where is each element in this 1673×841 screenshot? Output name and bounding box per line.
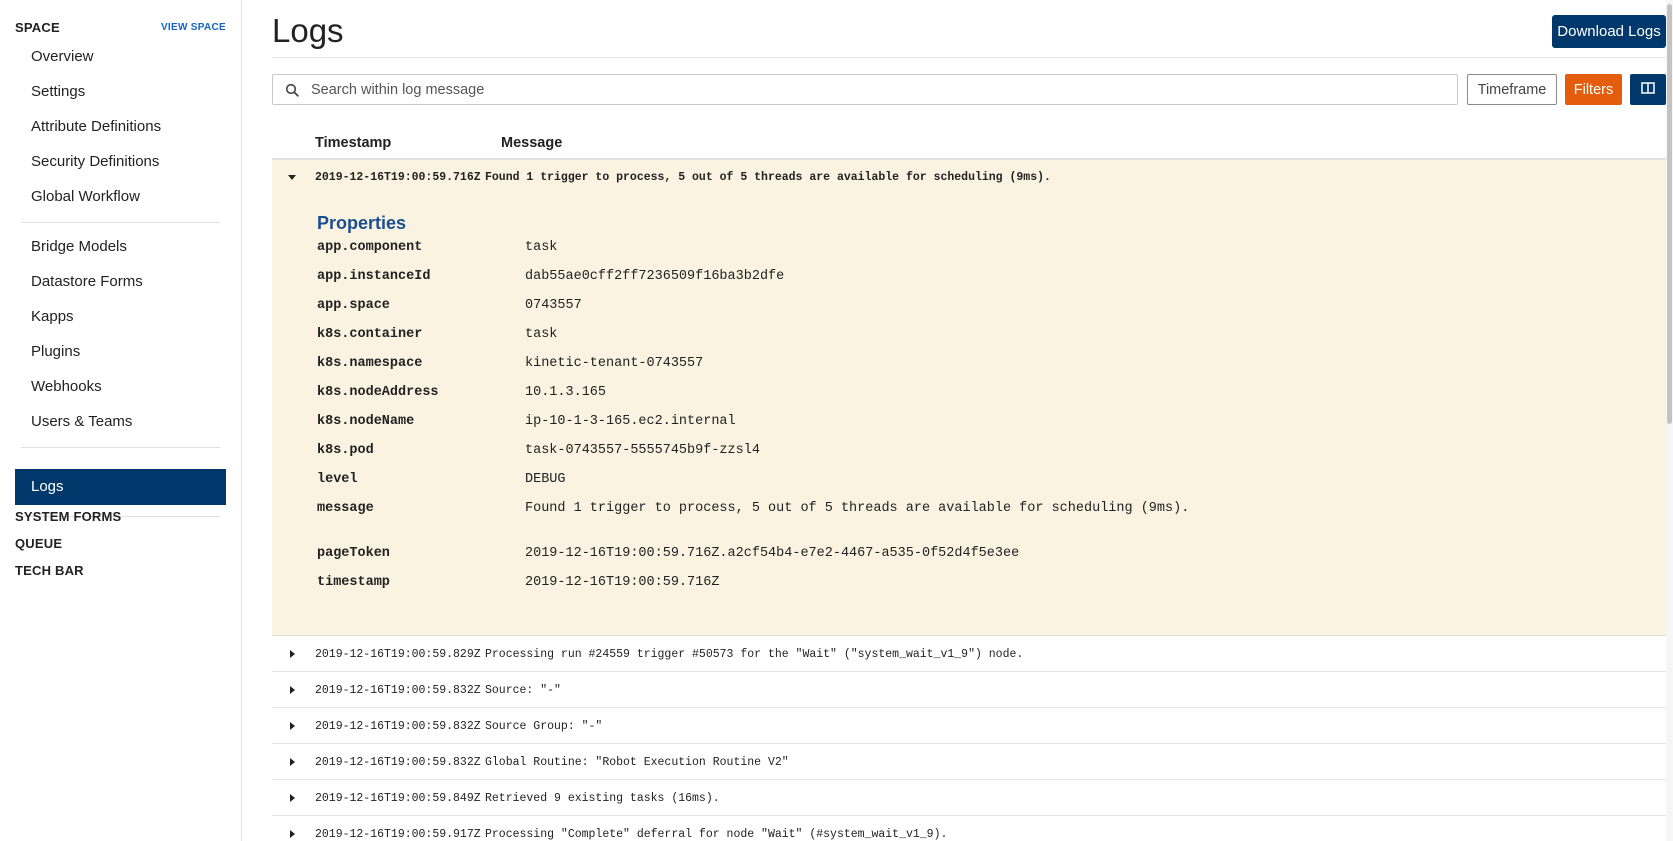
sidebar-divider [21, 222, 220, 223]
property-value: 10.1.3.165 [525, 385, 607, 400]
caret-down-icon[interactable] [286, 171, 298, 183]
property-key: timestamp [317, 575, 390, 590]
property-key: k8s.pod [317, 443, 374, 458]
sidebar-divider [21, 447, 220, 448]
log-message: Processing "Complete" deferral for node … [485, 828, 948, 841]
properties-title: Properties [317, 213, 407, 233]
log-timestamp: 2019-12-16T19:00:59.917Z [315, 828, 481, 841]
caret-right-icon[interactable] [286, 684, 298, 696]
sidebar: SPACE VIEW SPACE Overview Settings Attri… [0, 0, 242, 841]
property-key: app.instanceId [317, 269, 431, 284]
log-message: Global Routine: "Robot Execution Routine… [485, 756, 789, 769]
log-timestamp: 2019-12-16T19:00:59.832Z [315, 684, 481, 697]
columns-button[interactable] [1630, 74, 1666, 105]
table-row[interactable]: 2019-12-16T19:00:59.849Z Retrieved 9 exi… [272, 780, 1668, 816]
log-timestamp: 2019-12-16T19:00:59.716Z [315, 171, 481, 184]
column-header-message[interactable]: Message [501, 135, 562, 151]
column-header-timestamp[interactable]: Timestamp [315, 135, 391, 151]
search-input[interactable] [311, 75, 1457, 104]
view-space-link[interactable]: VIEW SPACE [161, 22, 226, 33]
caret-right-icon[interactable] [286, 720, 298, 732]
caret-right-icon[interactable] [286, 792, 298, 804]
scrollbar-thumb[interactable] [1667, 4, 1672, 424]
sidebar-item-global-workflow[interactable]: Global Workflow [31, 188, 140, 205]
property-value: 2019-12-16T19:00:59.716Z [525, 575, 720, 590]
filters-button[interactable]: Filters [1565, 74, 1622, 105]
property-key: pageToken [317, 546, 390, 561]
sidebar-title: SPACE [15, 20, 60, 35]
sidebar-item-security-definitions[interactable]: Security Definitions [31, 153, 159, 170]
table-row[interactable]: 2019-12-16T19:00:59.917Z Processing "Com… [272, 816, 1668, 841]
property-value: ip-10-1-3-165.ec2.internal [525, 414, 736, 429]
caret-right-icon[interactable] [286, 756, 298, 768]
sidebar-item-users-teams[interactable]: Users & Teams [31, 413, 132, 430]
page-title: Logs [272, 12, 344, 49]
property-value: DEBUG [525, 472, 566, 487]
property-key: k8s.namespace [317, 356, 423, 371]
sidebar-section-system-forms[interactable]: SYSTEM FORMS [15, 509, 121, 524]
property-value: 0743557 [525, 298, 582, 313]
property-value: task-0743557-5555745b9f-zzsl4 [525, 443, 760, 458]
log-message: Source Group: "-" [485, 720, 603, 733]
table-row[interactable]: 2019-12-16T19:00:59.832Z Source Group: "… [272, 708, 1668, 744]
property-value: task [525, 327, 558, 342]
sidebar-item-overview[interactable]: Overview [31, 48, 94, 65]
columns-icon [1641, 82, 1655, 97]
main-content: Logs Download Logs Timeframe Filters Tim… [243, 0, 1673, 841]
caret-right-icon[interactable] [286, 648, 298, 660]
sidebar-item-webhooks[interactable]: Webhooks [31, 378, 102, 395]
sidebar-section-tech-bar[interactable]: TECH BAR [15, 563, 84, 578]
log-message: Processing run #24559 trigger #50573 for… [485, 648, 1024, 661]
property-key: k8s.container [317, 327, 423, 342]
search-box[interactable] [272, 74, 1458, 105]
sidebar-item-attribute-definitions[interactable]: Attribute Definitions [31, 118, 161, 135]
download-logs-button[interactable]: Download Logs [1552, 15, 1666, 48]
log-timestamp: 2019-12-16T19:00:59.849Z [315, 792, 481, 805]
log-timestamp: 2019-12-16T19:00:59.829Z [315, 648, 481, 661]
sidebar-item-logs[interactable]: Logs [15, 469, 226, 505]
title-divider [272, 57, 1668, 58]
property-value: dab55ae0cff2ff7236509f16ba3b2dfe [525, 269, 785, 284]
sidebar-item-settings[interactable]: Settings [31, 83, 85, 100]
table-row[interactable]: 2019-12-16T19:00:59.832Z Source: "-" [272, 672, 1668, 708]
timeframe-button[interactable]: Timeframe [1467, 74, 1557, 105]
property-value: Found 1 trigger to process, 5 out of 5 t… [525, 501, 1190, 516]
property-key: k8s.nodeAddress [317, 385, 439, 400]
log-message: Found 1 trigger to process, 5 out of 5 t… [485, 171, 1051, 184]
sidebar-item-bridge-models[interactable]: Bridge Models [31, 238, 127, 255]
sidebar-section-queue[interactable]: QUEUE [15, 536, 62, 551]
property-key: k8s.nodeName [317, 414, 415, 429]
property-key: app.component [317, 240, 423, 255]
property-key: app.space [317, 298, 390, 313]
table-row[interactable]: 2019-12-16T19:00:59.832Z Global Routine:… [272, 744, 1668, 780]
property-value: task [525, 240, 558, 255]
search-icon [273, 75, 311, 104]
expanded-log-row[interactable]: 2019-12-16T19:00:59.716Z Found 1 trigger… [272, 160, 1668, 636]
caret-right-icon[interactable] [286, 828, 298, 840]
log-message: Retrieved 9 existing tasks (16ms). [485, 792, 720, 805]
sidebar-item-datastore-forms[interactable]: Datastore Forms [31, 273, 143, 290]
log-timestamp: 2019-12-16T19:00:59.832Z [315, 720, 481, 733]
property-value: 2019-12-16T19:00:59.716Z.a2cf54b4-e7e2-4… [525, 546, 1020, 561]
log-timestamp: 2019-12-16T19:00:59.832Z [315, 756, 481, 769]
sidebar-item-plugins[interactable]: Plugins [31, 343, 80, 360]
sidebar-item-kapps[interactable]: Kapps [31, 308, 74, 325]
sidebar-header: SPACE VIEW SPACE [15, 20, 226, 35]
property-key: level [317, 472, 358, 487]
table-row[interactable]: 2019-12-16T19:00:59.829Z Processing run … [272, 636, 1668, 672]
log-message: Source: "-" [485, 684, 561, 697]
property-value: kinetic-tenant-0743557 [525, 356, 704, 371]
property-key: message [317, 501, 374, 516]
